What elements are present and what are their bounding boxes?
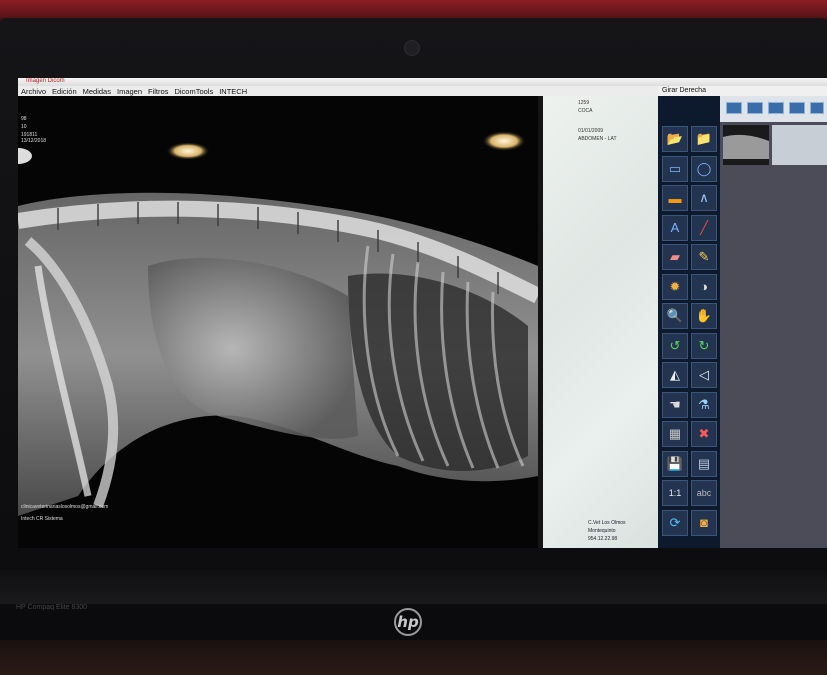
layout-3x3-button[interactable] [810, 102, 824, 114]
webcam [404, 40, 420, 56]
rect-select-icon[interactable]: ▭ [662, 155, 688, 182]
close-icon[interactable]: ✖ [691, 421, 717, 447]
xray-viewport[interactable]: 98 10 191811 13/12/2018 clinicaveterinar… [18, 96, 538, 548]
menu-edicion[interactable]: Edición [52, 87, 77, 96]
menu-intech[interactable]: INTECH [219, 87, 247, 96]
title-bar: Imagen Dicom [18, 78, 827, 86]
brightness-icon[interactable]: ◑ [691, 273, 717, 300]
overlay-line: 13/12/2018 [21, 138, 46, 144]
hand-tool-icon[interactable]: ☚ [662, 391, 688, 418]
study-description: ABDOMEN - LAT [578, 136, 617, 142]
thumbnail-selected[interactable] [772, 125, 827, 165]
overlay-line: Intech CR Sistema [21, 516, 63, 522]
brush-icon[interactable]: ✎ [691, 244, 717, 270]
patient-name: COCA [578, 108, 593, 114]
overlay-line: clinicaveterinariaslosolmos@gmail.com [21, 504, 108, 510]
filter-icon[interactable]: ⚗ [691, 391, 717, 418]
clinic-name: C.Vet Los Olmos [588, 520, 626, 526]
xray-image: 98 10 191811 13/12/2018 clinicaveterinar… [18, 96, 538, 548]
rotate-right-icon[interactable]: ↻ [691, 332, 717, 359]
dicom-icon[interactable]: ◙ [691, 509, 717, 536]
pan-icon[interactable]: ✋ [691, 303, 717, 329]
menu-bar: Archivo Edición Medidas Imagen Filtros D… [18, 86, 661, 96]
refresh-icon[interactable]: ⟳ [662, 509, 688, 536]
thumbnail-pane [720, 122, 827, 548]
menu-dicomtools[interactable]: DicomTools [174, 87, 213, 96]
layout-1x2-button[interactable] [747, 102, 763, 114]
thumbnail-image[interactable] [723, 125, 769, 165]
open-folder-icon[interactable]: 📂 [662, 126, 688, 152]
lamp-reflection [166, 142, 210, 160]
flip-horizontal-icon[interactable]: ◁ [691, 362, 717, 388]
tool-palette: 📂 📁 ▭ ◯ ▬ ∧ A ╱ ▰ ✎ ✹ ◑ 🔍 ✋ ↺ ↻ ◭ ◁ ☚ ⚗ ▦ ✖ 💾 ▤ 1:1 abc ⟳ ◙ [658, 96, 720, 548]
export-icon[interactable]: ▤ [691, 450, 717, 477]
monitor-screen: Imagen Dicom Archivo Edición Medidas Ima… [18, 78, 827, 548]
flip-vertical-icon[interactable]: ◭ [662, 362, 688, 388]
info-panel: 1259 COCA 01/01/2009 ABDOMEN - LAT C.Vet… [543, 96, 658, 548]
annotation-icon[interactable]: abc [691, 480, 717, 506]
overlay-line: 10 [21, 124, 27, 130]
layout-selector [720, 96, 827, 122]
image-grid-icon[interactable]: ▦ [662, 421, 688, 447]
clinic-phone: 954.12.22.98 [588, 536, 618, 542]
overlay-line: 98 [21, 116, 27, 122]
monitor-chin [0, 570, 827, 604]
patient-id: 1259 [578, 100, 590, 106]
window-title: Imagen Dicom [26, 78, 65, 84]
contrast-icon[interactable]: ✹ [662, 273, 688, 300]
text-icon[interactable]: A [662, 214, 688, 241]
ruler-icon[interactable]: ▬ [662, 185, 688, 211]
desk [0, 640, 827, 675]
rotate-left-icon[interactable]: ↺ [662, 332, 688, 359]
clinic-city: Montequinto [588, 528, 616, 534]
layout-2x2-button[interactable] [789, 102, 805, 114]
ellipse-select-icon[interactable]: ◯ [691, 155, 717, 182]
pencil-icon[interactable]: ╱ [691, 214, 717, 241]
menu-filtros[interactable]: Filtros [148, 87, 168, 96]
angle-icon[interactable]: ∧ [691, 185, 717, 211]
rotate-right-tooltip: Girar Derecha [658, 86, 827, 96]
layout-1x1-button[interactable] [726, 102, 742, 114]
folder-icon[interactable]: 📁 [691, 126, 717, 152]
menu-archivo[interactable]: Archivo [21, 87, 46, 96]
study-date: 01/01/2009 [578, 128, 604, 134]
eraser-icon[interactable]: ▰ [662, 244, 688, 270]
menu-medidas[interactable]: Medidas [83, 87, 111, 96]
layout-2x1-button[interactable] [768, 102, 784, 114]
monitor-brand: HP Compaq Elite 8300 [16, 604, 88, 611]
actual-size-icon[interactable]: 1:1 [662, 480, 688, 506]
hp-logo: hp [394, 608, 422, 636]
save-icon[interactable]: 💾 [662, 450, 688, 477]
zoom-icon[interactable]: 🔍 [662, 303, 688, 329]
lamp-reflection [482, 131, 526, 151]
menu-imagen[interactable]: Imagen [117, 87, 142, 96]
